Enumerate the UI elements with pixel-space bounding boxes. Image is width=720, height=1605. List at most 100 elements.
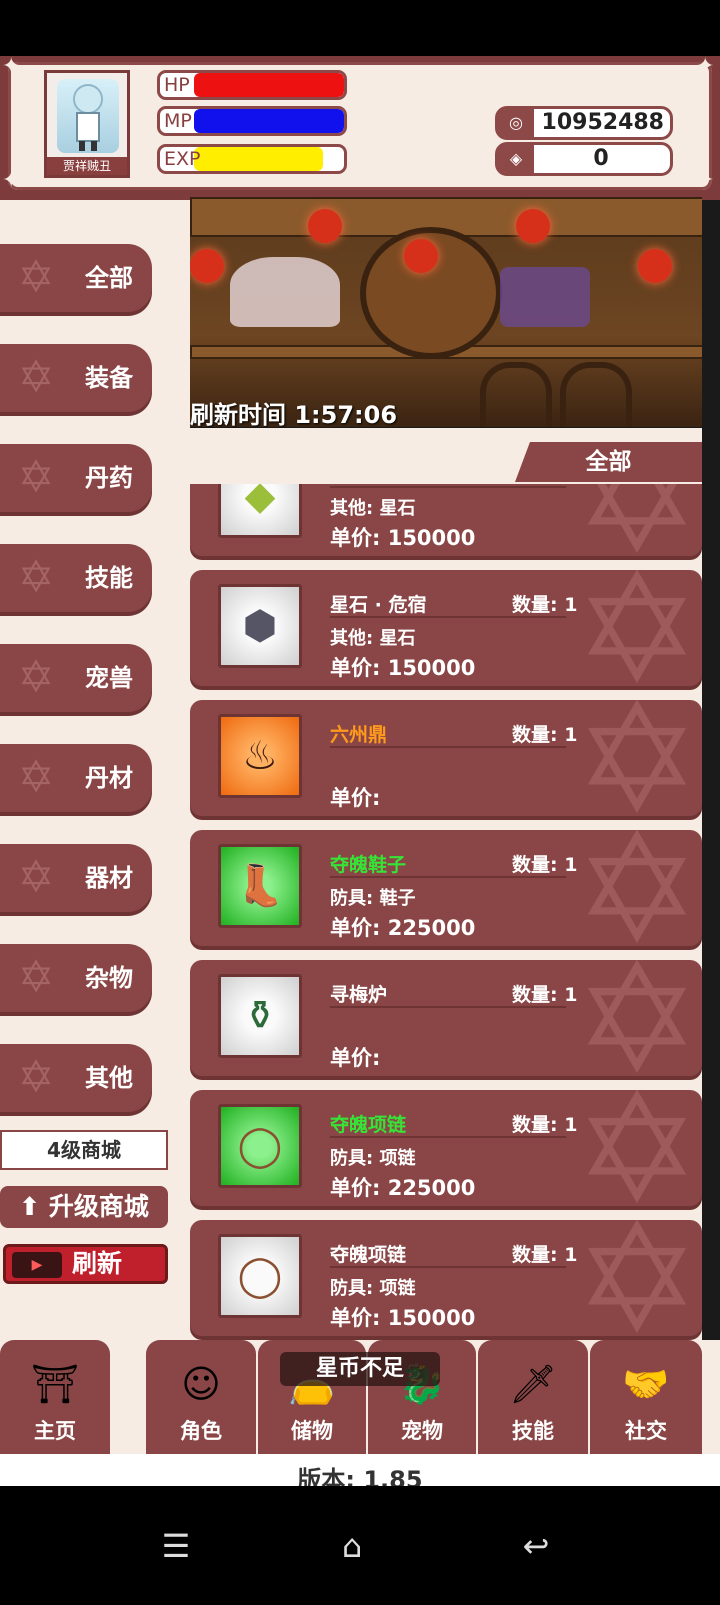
coin-value: 10952488 (541, 110, 664, 135)
shop-item-card[interactable]: ✡ ⚱ 寻梅炉 数量: 1 单价: (190, 960, 702, 1076)
item-name: 星石 · 危宿 (330, 594, 427, 616)
status-bar (0, 0, 720, 56)
category-label: 宠兽 (85, 664, 133, 692)
coin-balance: ◎ 10952488 (495, 106, 673, 140)
nav-button-5[interactable]: 🤝 社交 (590, 1340, 702, 1454)
category-button-3[interactable]: ✡ 技能 (0, 544, 152, 612)
nav-button-1[interactable]: ☺ 角色 (146, 1340, 256, 1454)
item-frame: ◯ (218, 1104, 302, 1188)
item-name: 夺魄项链 (330, 1244, 407, 1266)
nav-button-0[interactable]: ⛩ 主页 (0, 1340, 110, 1454)
shop-item-card[interactable]: ✡ ◆ 其他: 星石单价: 150000 (190, 484, 702, 556)
item-type: 防具: 项链 (330, 1278, 416, 1299)
hp-bar: HP (157, 70, 347, 100)
exp-fill (194, 147, 323, 171)
corner-star-icon: ✦ (696, 168, 715, 193)
item-frame: ⬢ (218, 584, 302, 668)
mp-fill (194, 109, 344, 133)
item-type: 其他: 星石 (330, 498, 416, 519)
hexagram-icon: ✡ (17, 352, 55, 403)
item-price: 单价: (330, 786, 381, 810)
corner-star-icon: ✦ (2, 168, 21, 193)
nav-label: 储物 (291, 1419, 333, 1443)
item-frame: 👢 (218, 844, 302, 928)
item-quantity: 数量: 1 (512, 1114, 578, 1136)
item-frame: ◆ (218, 484, 302, 538)
category-button-2[interactable]: ✡ 丹药 (0, 444, 152, 512)
mp-label: MP (164, 110, 192, 132)
star-stone-dark-icon: ⬢ (242, 603, 278, 649)
shop-item-card[interactable]: ✡ ♨ 六州鼎 数量: 1 单价: (190, 700, 702, 816)
corner-star-icon: ✦ (2, 54, 21, 79)
nav-button-4[interactable]: 🗡 技能 (478, 1340, 588, 1454)
lantern-icon (638, 249, 672, 283)
upgrade-shop-button[interactable]: ⬆ 升级商城 (0, 1186, 168, 1228)
category-button-6[interactable]: ✡ 器材 (0, 844, 152, 912)
category-button-4[interactable]: ✡ 宠兽 (0, 644, 152, 712)
stool (560, 362, 632, 427)
coin-icon: ◎ (498, 109, 534, 137)
shop-item-card[interactable]: ✡ 👢 夺魄鞋子 数量: 1 防具: 鞋子 单价: 225000 (190, 830, 702, 946)
video-ad-icon: ▶ (12, 1252, 62, 1278)
category-button-0[interactable]: ✡ 全部 (0, 244, 152, 312)
handshake-icon: 🤝 (622, 1362, 670, 1406)
filter-tab-all[interactable]: 全部 (515, 442, 702, 482)
item-quantity: 数量: 1 (512, 1244, 578, 1266)
shop-item-card[interactable]: ✡ ◯ 夺魄项链 数量: 1 防具: 项链 单价: 150000 (190, 1220, 702, 1336)
exp-label: EXP (164, 148, 201, 170)
category-button-5[interactable]: ✡ 丹材 (0, 744, 152, 812)
category-button-1[interactable]: ✡ 装备 (0, 344, 152, 412)
star-emblem-icon: ✡ (574, 830, 700, 946)
item-divider (330, 1136, 566, 1138)
hexagram-icon: ✡ (17, 652, 55, 703)
corner-star-icon: ✦ (696, 54, 715, 79)
player-avatar[interactable]: 贾祥贼丑 (44, 70, 130, 178)
item-quantity: 数量: 1 (512, 724, 578, 746)
version-label: 版本: 1.85 (297, 1466, 423, 1486)
item-type: 防具: 鞋子 (330, 888, 416, 909)
shop-item-card[interactable]: ✡ ⬢ 星石 · 危宿 数量: 1 其他: 星石 单价: 150000 (190, 570, 702, 686)
star-emblem-icon: ✡ (574, 1220, 700, 1336)
lantern-icon (404, 239, 438, 273)
version-strip: 版本: 1.85 (0, 1454, 720, 1486)
item-frame: ♨ (218, 714, 302, 798)
item-frame: ⚱ (218, 974, 302, 1058)
category-label: 技能 (85, 564, 133, 592)
refresh-button[interactable]: ▶ 刷新 (3, 1244, 168, 1284)
item-price: 单价: (330, 1046, 381, 1070)
shop-item-card[interactable]: ✡ ◯ 夺魄项链 数量: 1 防具: 项链 单价: 225000 (190, 1090, 702, 1206)
avatar-image (57, 79, 119, 153)
item-divider (330, 876, 566, 878)
category-button-7[interactable]: ✡ 杂物 (0, 944, 152, 1012)
shop-level-label: 4级商城 (0, 1130, 168, 1170)
star-emblem-icon: ✡ (574, 960, 700, 1076)
arrow-up-icon: ⬆ (19, 1192, 41, 1221)
nav-label: 社交 (625, 1419, 667, 1443)
item-list: ✡◆其他: 星石单价: 150000✡⬢星石 · 危宿数量: 1其他: 星石单价… (190, 484, 702, 1340)
back-icon[interactable]: ↩ (516, 1526, 556, 1566)
menu-icon[interactable]: ☰ (156, 1526, 196, 1566)
tripod-cauldron-icon: ♨ (242, 733, 278, 779)
hexagram-icon: ✡ (17, 852, 55, 903)
star-emblem-icon: ✡ (562, 484, 702, 556)
hexagram-icon: ✡ (17, 952, 55, 1003)
star-emblem-icon: ✡ (574, 1090, 700, 1206)
hexagram-icon: ✡ (17, 552, 55, 603)
home-icon[interactable]: ⌂ (332, 1526, 372, 1566)
necklace-icon: ◯ (237, 1123, 283, 1169)
item-quantity: 数量: 1 (512, 594, 578, 616)
category-label: 其他 (85, 1064, 133, 1092)
item-price: 单价: 225000 (330, 1176, 476, 1200)
category-label: 杂物 (85, 964, 133, 992)
item-quantity: 数量: 1 (512, 854, 578, 876)
boots-icon: 👢 (235, 863, 285, 909)
gem-balance: ◈ 0 (495, 142, 673, 176)
character-icon: ☺ (181, 1362, 221, 1406)
gem-value: 0 (593, 146, 609, 171)
furnace-icon: ⚱ (243, 993, 277, 1039)
star-stone-green-icon: ◆ (244, 484, 276, 519)
nav-label: 宠物 (401, 1419, 443, 1443)
category-button-8[interactable]: ✡ 其他 (0, 1044, 152, 1112)
item-price: 单价: 150000 (330, 526, 476, 550)
item-divider (330, 486, 566, 488)
